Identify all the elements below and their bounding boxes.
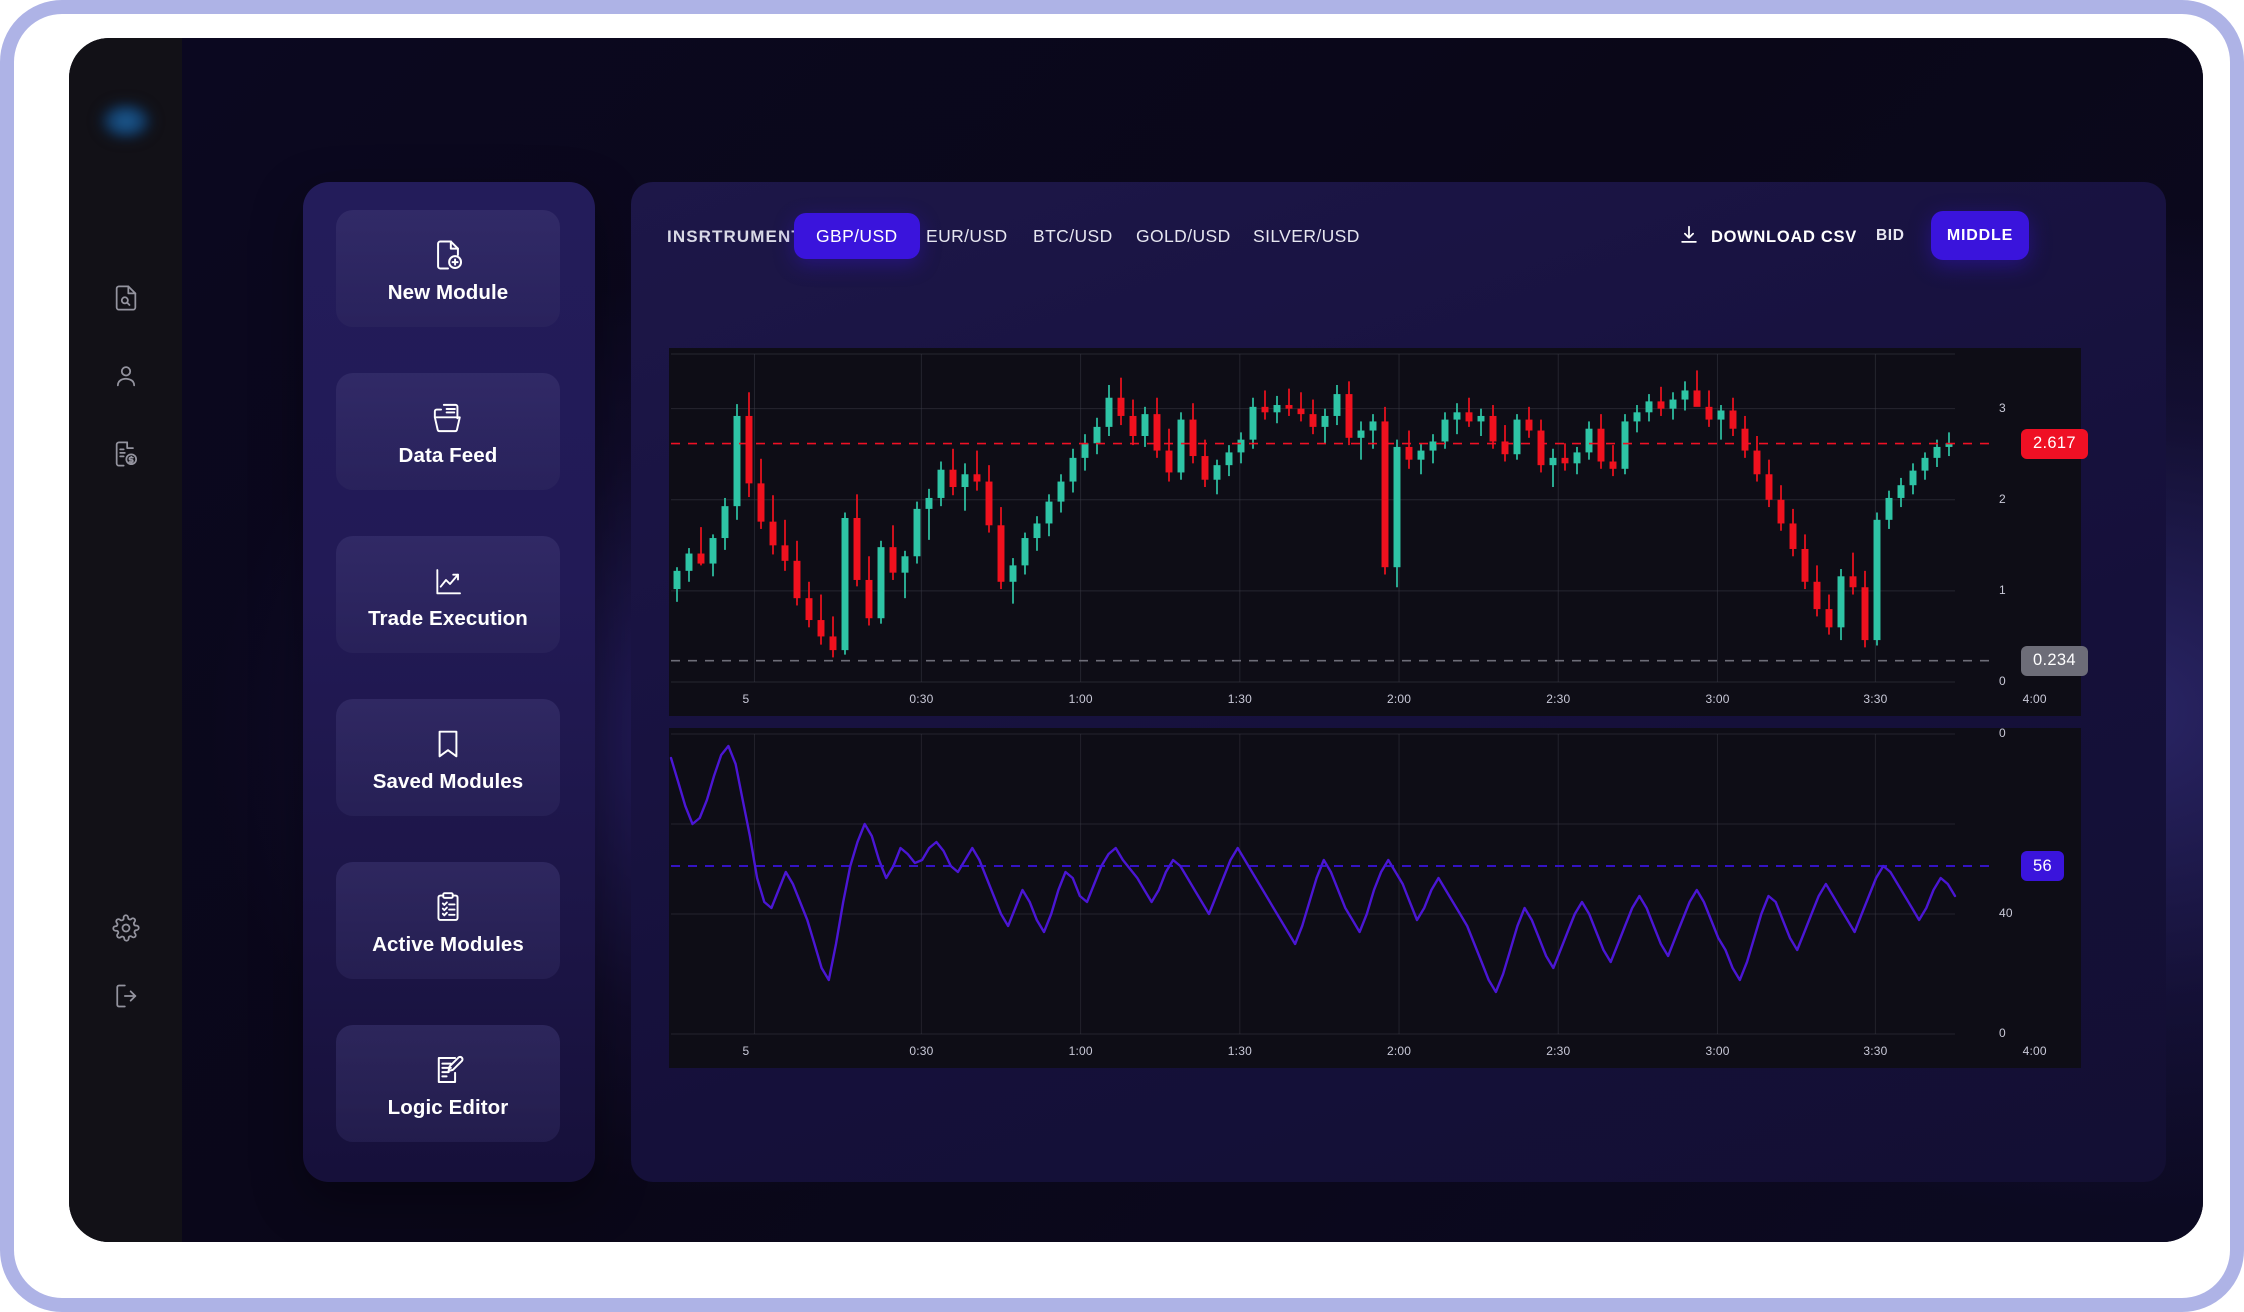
module-card-logic-editor[interactable]: Logic Editor	[336, 1025, 560, 1142]
bid-label: BID	[1876, 227, 1905, 244]
download-csv-button[interactable]: DOWNLOAD CSV	[1678, 224, 1857, 250]
instrument-tab-gbp-usd[interactable]: GBP/USD	[794, 213, 920, 259]
module-card-label: Active Modules	[372, 933, 524, 956]
middle-button[interactable]: MIDDLE	[1931, 211, 2029, 260]
app-screen: New Module Data Feed Trade Execution Saved …	[69, 38, 2203, 1242]
indicator-chart[interactable]: 040050:301:001:302:002:303:003:304:004:3…	[669, 726, 2081, 1068]
middle-label: MIDDLE	[1946, 226, 2014, 244]
module-card-label: Saved Modules	[372, 770, 524, 793]
instrument-label: INSRTRUMENT:	[667, 227, 808, 246]
app-logo	[97, 100, 155, 142]
support-level-badge: 0.234	[2021, 645, 2088, 676]
module-card-label: New Module	[387, 281, 509, 304]
device-frame: New Module Data Feed Trade Execution Saved …	[0, 0, 2244, 1312]
chart-panel: INSRTRUMENT: DOWNLOAD CSV BID MIDDLE GBP…	[631, 182, 2166, 1182]
price-chart[interactable]: 012350:301:001:302:002:303:003:304:004:3…	[669, 348, 2088, 716]
last-price-badge: 2.617	[2021, 428, 2088, 459]
module-card-label: Trade Execution	[368, 607, 528, 630]
module-card-new-module[interactable]: New Module	[336, 210, 560, 327]
module-card-active-modules[interactable]: Active Modules	[336, 862, 560, 979]
icon-rail	[69, 38, 182, 1242]
chart-toolbar: INSRTRUMENT: DOWNLOAD CSV BID MIDDLE GBP…	[631, 182, 2166, 294]
module-card-trade-execution[interactable]: Trade Execution	[336, 536, 560, 653]
folder-archive-icon	[430, 395, 466, 435]
gear-icon[interactable]	[106, 908, 146, 948]
logout-icon[interactable]	[106, 976, 146, 1016]
download-csv-label: DOWNLOAD CSV	[1711, 227, 1857, 246]
module-panel: New Module Data Feed Trade Execution Saved …	[303, 182, 595, 1182]
user-icon[interactable]	[106, 356, 146, 396]
file-search-icon[interactable]	[106, 278, 146, 318]
file-plus-icon	[431, 232, 465, 272]
clipboard-check-icon	[433, 884, 463, 924]
download-icon	[1678, 224, 1700, 251]
document-pencil-icon	[431, 1047, 465, 1087]
file-dollar-icon[interactable]	[106, 434, 146, 474]
module-card-data-feed[interactable]: Data Feed	[336, 373, 560, 490]
module-card-saved-modules[interactable]: Saved Modules	[336, 699, 560, 816]
instrument-tab-silver-usd[interactable]: SILVER/USD	[1231, 213, 1382, 259]
module-card-label: Data Feed	[398, 444, 498, 467]
line-chart-icon	[431, 558, 465, 598]
oscillator-level-badge: 56	[2021, 851, 2064, 881]
module-card-label: Logic Editor	[387, 1096, 509, 1119]
bid-button[interactable]: BID	[1876, 227, 1905, 245]
bookmark-icon	[434, 721, 462, 761]
